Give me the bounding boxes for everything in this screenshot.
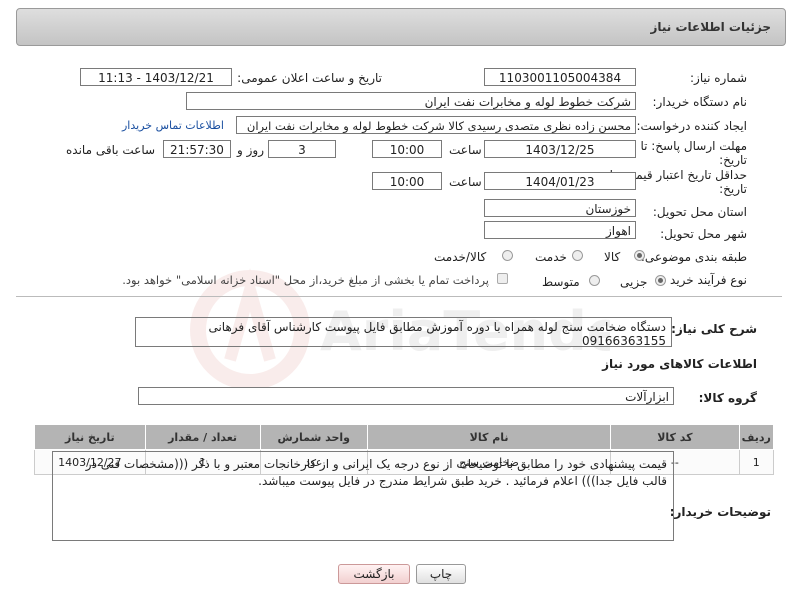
process-radio-medium[interactable] <box>589 275 600 286</box>
group-field: ابزارآلات <box>138 387 674 405</box>
reply-deadline-label-line1: مهلت ارسال پاسخ: تا <box>640 139 747 153</box>
price-validity-time: 10:00 <box>372 172 442 190</box>
divider <box>16 296 782 297</box>
col-code: کد کالا <box>610 424 740 450</box>
reply-time-label: ساعت <box>449 143 482 157</box>
back-button[interactable]: بازگشت <box>338 564 410 584</box>
process-option-medium: متوسط <box>542 275 580 289</box>
city-label: شهر محل تحویل: <box>660 227 747 241</box>
category-option-service: خدمت <box>535 250 567 264</box>
col-unit: واحد شمارش <box>259 424 368 450</box>
treasury-checkbox[interactable] <box>497 273 508 284</box>
price-validity-label-line2: تاریخ: <box>719 182 747 196</box>
reply-deadline-date: 1403/12/25 <box>484 140 636 158</box>
need-number-field: 1103001105004384 <box>484 68 636 86</box>
category-radio-goods[interactable] <box>634 250 645 261</box>
buyer-notes-field: قیمت پیشنهادی خود را مطابق با توضیحات از… <box>52 451 674 541</box>
reply-deadline-time: 10:00 <box>372 140 442 158</box>
requester-label: ایجاد کننده درخواست: <box>636 119 747 133</box>
need-number-label: شماره نیاز: <box>690 71 747 85</box>
remaining-days: 3 <box>268 140 336 158</box>
process-option-minor: جزیی <box>620 275 648 289</box>
days-label: روز و <box>237 143 264 157</box>
category-option-goods-service: کالا/خدمت <box>434 250 487 264</box>
page-title: جزئیات اطلاعات نیاز <box>650 20 771 34</box>
buyer-org-label: نام دستگاه خریدار: <box>652 95 748 109</box>
description-field: دستگاه ضخامت سنج لوله همراه با دوره آموز… <box>135 317 672 347</box>
category-radio-service[interactable] <box>572 250 583 261</box>
print-button[interactable]: چاپ <box>416 564 466 584</box>
description-label: شرح کلی نیاز: <box>671 322 757 336</box>
col-name: نام کالا <box>366 424 612 450</box>
category-option-goods: کالا <box>604 250 621 264</box>
process-label: نوع فرآیند خرید : <box>662 273 747 287</box>
province-label: استان محل تحویل: <box>652 205 747 219</box>
group-label: گروه کالا: <box>698 391 757 405</box>
category-radio-goods-service[interactable] <box>502 250 513 261</box>
requester-field: محسن زاده نظری متصدی رسیدی کالا شرکت خطو… <box>236 116 636 134</box>
process-radio-minor[interactable] <box>655 275 666 286</box>
col-date: تاریخ نیاز <box>34 424 146 450</box>
category-label: طبقه بندی موضوعی: <box>640 250 747 264</box>
city-field: اهواز <box>484 221 636 239</box>
buyer-contact-link[interactable]: اطلاعات تماس خریدار <box>122 119 224 132</box>
remaining-label: ساعت باقی مانده <box>66 143 156 157</box>
announce-field: 1403/12/21 - 11:13 <box>80 68 232 86</box>
items-section-title: اطلاعات کالاهای مورد نیاز <box>602 357 757 371</box>
page-header: جزئیات اطلاعات نیاز <box>16 8 786 46</box>
buyer-org-field: شرکت خطوط لوله و مخابرات نفت ایران <box>186 92 636 110</box>
province-field: خوزستان <box>484 199 636 217</box>
buyer-notes-label: توضیحات خریدار: <box>669 505 771 519</box>
table-header-row: ردیف کد کالا نام کالا واحد شمارش تعداد /… <box>34 424 775 450</box>
announce-label: تاریخ و ساعت اعلان عمومی: <box>237 71 382 85</box>
price-validity-date: 1404/01/23 <box>484 172 636 190</box>
col-qty: تعداد / مقدار <box>144 424 261 450</box>
price-time-label: ساعت <box>449 175 482 189</box>
treasury-note: پرداخت تمام یا بخشی از مبلغ خرید،از محل … <box>122 273 489 287</box>
remaining-time: 21:57:30 <box>163 140 231 158</box>
reply-deadline-label-line2: تاریخ: <box>719 153 747 167</box>
cell-row: 1 <box>738 449 775 475</box>
col-row: ردیف <box>738 424 775 450</box>
